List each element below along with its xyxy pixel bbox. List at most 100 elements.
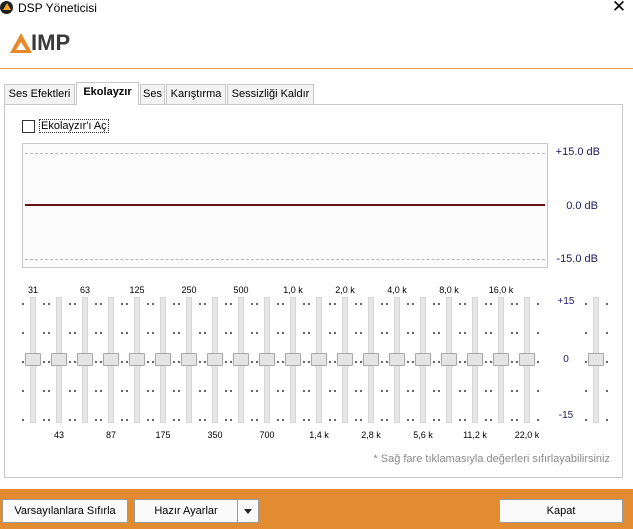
tab-mixing[interactable]: Karıştırma — [166, 84, 226, 104]
eq-tick-mark — [43, 361, 45, 363]
eq-tick-mark — [438, 303, 440, 305]
eq-tick-mark — [277, 419, 279, 421]
eq-tick-mark — [303, 303, 305, 305]
eq-slider-thumb[interactable] — [207, 353, 223, 366]
eq-tick-mark — [329, 419, 331, 421]
eq-tick-mark — [511, 332, 513, 334]
eq-tick-mark — [308, 419, 310, 421]
eq-tick-mark — [381, 419, 383, 421]
eq-tick-mark — [355, 303, 357, 305]
preamp-tick-mark — [585, 390, 587, 392]
eq-slider-thumb[interactable] — [415, 353, 431, 366]
eq-tick-mark — [126, 332, 128, 334]
graph-top-gridline — [25, 153, 545, 154]
eq-tick-mark — [256, 419, 258, 421]
aimp-app-icon — [0, 1, 13, 14]
eq-slider-thumb[interactable] — [389, 353, 405, 366]
eq-tick-mark — [438, 390, 440, 392]
eq-band-frequency-label: 11,2 k — [463, 430, 487, 440]
eq-tick-mark — [334, 390, 336, 392]
eq-tick-mark — [256, 332, 258, 334]
eq-tick-mark — [230, 303, 232, 305]
eq-slider-thumb[interactable] — [441, 353, 457, 366]
eq-tick-mark — [199, 390, 201, 392]
presets-button[interactable]: Hazır Ayarlar — [134, 499, 238, 523]
eq-slider-thumb[interactable] — [467, 353, 483, 366]
eq-tick-mark — [251, 332, 253, 334]
eq-slider-thumb[interactable] — [519, 353, 535, 366]
eq-slider-thumb[interactable] — [337, 353, 353, 366]
eq-tick-mark — [511, 390, 513, 392]
tab-equalizer[interactable]: Ekolayzır — [76, 82, 139, 105]
eq-tick-mark — [225, 303, 227, 305]
eq-tick-mark — [204, 361, 206, 363]
eq-tick-mark — [329, 361, 331, 363]
eq-tick-mark — [256, 303, 258, 305]
eq-tick-mark — [386, 419, 388, 421]
preamp-slider-thumb[interactable] — [588, 353, 604, 366]
eq-tick-mark — [69, 361, 71, 363]
eq-slider-thumb[interactable] — [129, 353, 145, 366]
eq-slider-thumb[interactable] — [181, 353, 197, 366]
tab-volume[interactable]: Ses — [140, 84, 165, 104]
eq-tick-mark — [485, 419, 487, 421]
eq-band-frequency-label: 22,0 k — [514, 430, 540, 440]
eq-tick-mark — [464, 390, 466, 392]
eq-slider-thumb[interactable] — [311, 353, 327, 366]
tab-silence-removal[interactable]: Sessizliği Kaldır — [227, 84, 314, 104]
eq-tick-mark — [360, 332, 362, 334]
eq-slider-thumb[interactable] — [285, 353, 301, 366]
eq-tick-mark — [334, 303, 336, 305]
eq-slider-thumb[interactable] — [103, 353, 119, 366]
eq-tick-mark — [22, 332, 24, 334]
eq-tick-mark — [386, 390, 388, 392]
eq-tick-mark — [256, 390, 258, 392]
eq-tick-mark — [412, 419, 414, 421]
eq-tick-mark — [282, 419, 284, 421]
eq-tick-mark — [490, 419, 492, 421]
aimp-logo: IMP — [10, 30, 100, 55]
eq-tick-mark — [308, 390, 310, 392]
preamp-tick-mark — [585, 332, 587, 334]
eq-tick-mark — [230, 361, 232, 363]
eq-tick-mark — [308, 303, 310, 305]
eq-tick-mark — [360, 390, 362, 392]
eq-band-frequency-label: 16,0 k — [488, 285, 514, 295]
eq-tick-mark — [152, 419, 154, 421]
eq-slider-thumb[interactable] — [77, 353, 93, 366]
eq-tick-mark — [43, 332, 45, 334]
close-button[interactable]: Kapat — [499, 499, 623, 523]
eq-tick-mark — [381, 390, 383, 392]
eq-band-frequency-label: 8,0 k — [439, 285, 459, 295]
presets-dropdown-chevron-icon[interactable] — [237, 499, 259, 523]
eq-tick-mark — [173, 303, 175, 305]
eq-slider-thumb[interactable] — [363, 353, 379, 366]
eq-tick-mark — [303, 390, 305, 392]
eq-tick-mark — [407, 390, 409, 392]
eq-slider-thumb[interactable] — [25, 353, 41, 366]
eq-tick-mark — [230, 419, 232, 421]
eq-tick-mark — [329, 390, 331, 392]
eq-tick-mark — [433, 390, 435, 392]
eq-band-frequency-label: 31 — [27, 285, 38, 295]
eq-tick-mark — [178, 332, 180, 334]
eq-slider-thumb[interactable] — [493, 353, 509, 366]
eq-slider-thumb[interactable] — [259, 353, 275, 366]
eq-slider-thumb[interactable] — [155, 353, 171, 366]
eq-tick-mark — [329, 303, 331, 305]
eq-tick-mark — [199, 332, 201, 334]
reset-defaults-button[interactable]: Varsayılanlara Sıfırla — [2, 499, 128, 523]
eq-tick-mark — [282, 303, 284, 305]
tab-sound-effects[interactable]: Ses Efektleri — [4, 84, 75, 104]
eq-tick-mark — [334, 332, 336, 334]
reset-hint-text: * Sağ fare tıklamasıyla değerleri sıfırl… — [373, 453, 610, 465]
enable-equalizer-checkbox[interactable] — [22, 120, 35, 133]
eq-tick-mark — [303, 332, 305, 334]
eq-tick-mark — [355, 332, 357, 334]
eq-slider-thumb[interactable] — [51, 353, 67, 366]
eq-tick-mark — [251, 361, 253, 363]
eq-slider-thumb[interactable] — [233, 353, 249, 366]
enable-equalizer-label[interactable]: Ekolayzır'ı Aç — [39, 119, 109, 133]
eq-tick-mark — [407, 303, 409, 305]
close-icon[interactable]: ✕ — [606, 0, 632, 17]
